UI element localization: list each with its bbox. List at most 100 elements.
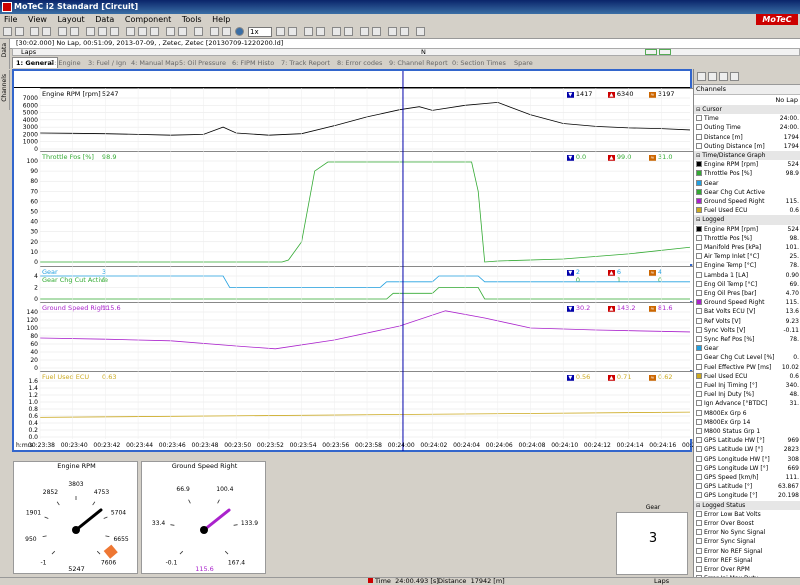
channel-row[interactable]: M800Ex Grp 14 <box>694 418 800 427</box>
menu-layout[interactable]: Layout <box>57 15 84 24</box>
channel-row[interactable]: Engine Temp [°C] 78. <box>694 261 800 270</box>
time-distance-graph[interactable]: Engine RPM [rpm] 5247 ▼ 1417 ▲ 6340 ≈3197 … <box>12 69 709 452</box>
tab-spare[interactable]: Spare <box>514 57 533 68</box>
channel-row[interactable]: Ground Speed Right 115. <box>694 197 800 206</box>
channel-row[interactable]: Fuel Used ECU 0.6 <box>694 206 800 215</box>
side-tab-data[interactable]: Data <box>0 39 10 69</box>
track-icon[interactable] <box>126 27 135 36</box>
channel-row[interactable]: Air Temp Inlet [°C] 25. <box>694 252 800 261</box>
export-icon[interactable] <box>372 27 381 36</box>
filter-icon[interactable] <box>194 27 203 36</box>
play-icon[interactable] <box>235 27 244 36</box>
channel-row[interactable]: Error REF Signal <box>694 556 800 565</box>
channel-row[interactable]: Outing Time 24:00. <box>694 123 800 132</box>
details-view-icon[interactable] <box>730 72 739 81</box>
zoom-select[interactable]: 1x <box>248 27 272 37</box>
histogram-icon[interactable] <box>150 27 159 36</box>
channel-row[interactable]: M800Ex Grp 6 <box>694 409 800 418</box>
channel-row[interactable]: GPS Latitude HW [°] 969 <box>694 436 800 445</box>
channel-row[interactable]: Eng Oil Temp [°C] 69. <box>694 280 800 289</box>
channel-group[interactable]: ⊟ Logged <box>694 215 800 225</box>
channel-row[interactable]: GPS Latitude LW [°] 2823 <box>694 445 800 454</box>
channel-row[interactable]: Ref Volts [V] 9.23 <box>694 317 800 326</box>
menu-help[interactable]: Help <box>212 15 230 24</box>
tab-fipm-histo[interactable]: 6: FIPM Histo <box>232 57 274 68</box>
search-icon[interactable] <box>316 27 325 36</box>
channel-row[interactable]: Fuel Used ECU 0.6 <box>694 372 800 381</box>
channel-row[interactable]: Lambda 1 [LA] 0.90 <box>694 271 800 280</box>
tab-error-codes[interactable]: 8: Error codes <box>337 57 382 68</box>
zoom-out-icon[interactable] <box>222 27 231 36</box>
channel-row[interactable]: Throttle Pos [%] 98.9 <box>694 169 800 178</box>
channel-row[interactable]: Gear Chg Cut Level [%] 0. <box>694 353 800 362</box>
data-icon[interactable] <box>58 27 67 36</box>
channel-group[interactable]: ⊟ Cursor <box>694 105 800 115</box>
channel-row[interactable]: Gear <box>694 179 800 188</box>
lap-marker[interactable] <box>659 49 671 55</box>
channel-row[interactable]: Eng Oil Pres [bar] 4.70 <box>694 289 800 298</box>
channel-row[interactable]: M800 Status Grp 1 <box>694 427 800 436</box>
gear-display[interactable]: Gear 3 <box>616 504 688 575</box>
lap-marker[interactable] <box>645 49 657 55</box>
lock-icon[interactable] <box>344 27 353 36</box>
side-tab-channels[interactable]: Channels <box>0 70 10 110</box>
channel-row[interactable]: Fuel Inj Duty [%] 48. <box>694 390 800 399</box>
channel-row[interactable]: GPS Longitude LW [°] 669 <box>694 464 800 473</box>
tab-fuel-ign[interactable]: 3: Fuel / Ign <box>88 57 126 68</box>
list-view-icon[interactable] <box>697 72 706 81</box>
channel-row[interactable]: GPS Speed [km/h] 111. <box>694 473 800 482</box>
zoom-in-icon[interactable] <box>210 27 219 36</box>
channel-row[interactable]: GPS Longitude [°] 20.198 <box>694 491 800 500</box>
channel-row[interactable]: Gear Chg Cut Active <box>694 188 800 197</box>
channel-row[interactable]: Ign Advance [°BTDC] 31. <box>694 399 800 408</box>
channel-row[interactable]: Manifold Pres [kPa] 101. <box>694 243 800 252</box>
graph-icon[interactable] <box>86 27 95 36</box>
tab-track-report[interactable]: 7: Track Report <box>281 57 330 68</box>
gauge-icon[interactable] <box>178 27 187 36</box>
tab-channel-report[interactable]: 9: Channel Report <box>389 57 448 68</box>
camera-icon[interactable] <box>360 27 369 36</box>
channel-row[interactable]: Sync Volts [V] -0.11 <box>694 326 800 335</box>
channel-row[interactable]: Throttle Pos [%] 98. <box>694 234 800 243</box>
channel-row[interactable]: Engine RPM [rpm] 524 <box>694 225 800 234</box>
channel-row[interactable]: Error No Sync Signal <box>694 528 800 537</box>
tab-section-times[interactable]: 0: Section Times <box>452 57 506 68</box>
channel-row[interactable]: Engine RPM [rpm] 524 <box>694 160 800 169</box>
tree-view-icon[interactable] <box>708 72 717 81</box>
step-back-icon[interactable] <box>276 27 285 36</box>
channel-row[interactable]: Fuel Inj Timing [°] 340. <box>694 381 800 390</box>
layout-icon[interactable] <box>42 27 51 36</box>
marker-icon[interactable] <box>304 27 313 36</box>
rpm-gauge[interactable]: Engine RPM -1 950 1901 2852 3803 4753 5704 6655… <box>13 461 138 574</box>
tab-oil-pressure[interactable]: 5: Oil Pressure <box>179 57 226 68</box>
tab-manual-map[interactable]: 4: Manual Map <box>131 57 179 68</box>
table-icon[interactable] <box>98 27 107 36</box>
channel-group[interactable]: ⊟ Time/Distance Graph <box>694 151 800 161</box>
menu-file[interactable]: File <box>4 15 17 24</box>
channel-row[interactable]: Sync Ref Pos [%] 78. <box>694 335 800 344</box>
save-icon[interactable] <box>15 27 24 36</box>
channel-row[interactable]: GPS Longitude HW [°] 308 <box>694 455 800 464</box>
channel-row[interactable]: Error No REF Signal <box>694 547 800 556</box>
help-icon[interactable] <box>416 27 425 36</box>
channel-row[interactable]: Error Over Boost <box>694 519 800 528</box>
print-icon[interactable] <box>30 27 39 36</box>
channel-row[interactable]: Gear <box>694 344 800 353</box>
step-forward-icon[interactable] <box>288 27 297 36</box>
tab-engine[interactable]: 2: Engine <box>50 57 81 68</box>
report-icon[interactable] <box>166 27 175 36</box>
channel-group[interactable]: ⊟ Logged Status <box>694 500 800 510</box>
info-icon[interactable] <box>110 27 119 36</box>
compare-icon[interactable] <box>388 27 397 36</box>
menu-data[interactable]: Data <box>95 15 114 24</box>
channel-row[interactable]: Fuel Effective PW [ms] 10.02 <box>694 363 800 372</box>
settings-icon[interactable] <box>332 27 341 36</box>
menu-component[interactable]: Component <box>125 15 171 24</box>
menu-tools[interactable]: Tools <box>182 15 202 24</box>
channel-row[interactable]: Error Sync Signal <box>694 537 800 546</box>
channel-row[interactable]: Error Low Bat Volts <box>694 510 800 519</box>
grid-view-icon[interactable] <box>719 72 728 81</box>
channel-row[interactable]: Error Over RPM <box>694 565 800 574</box>
scatter-icon[interactable] <box>138 27 147 36</box>
channel-row[interactable]: GPS Latitude [°] 63.867 <box>694 482 800 491</box>
